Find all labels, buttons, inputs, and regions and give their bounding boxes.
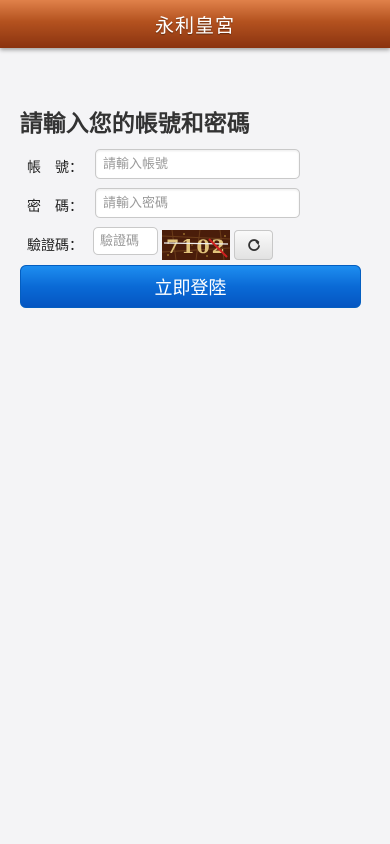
page-title: 永利皇宮 bbox=[154, 14, 235, 37]
refresh-icon bbox=[247, 239, 260, 251]
login-button[interactable]: 立即登陸 bbox=[20, 265, 361, 308]
captcha-label: 驗證碼： bbox=[27, 238, 83, 254]
captcha-graphic: 7102 bbox=[162, 230, 230, 260]
refresh-captcha-button[interactable] bbox=[234, 230, 273, 260]
account-input[interactable] bbox=[95, 149, 300, 179]
account-label: 帳 號： bbox=[27, 160, 83, 176]
password-label: 密 碼： bbox=[27, 199, 83, 215]
captcha-input[interactable] bbox=[93, 227, 158, 255]
app-header: 永利皇宮 bbox=[0, 0, 390, 48]
login-heading: 請輸入您的帳號和密碼 bbox=[20, 111, 250, 137]
password-input[interactable] bbox=[95, 188, 300, 218]
captcha-image[interactable]: 7102 bbox=[162, 230, 230, 260]
